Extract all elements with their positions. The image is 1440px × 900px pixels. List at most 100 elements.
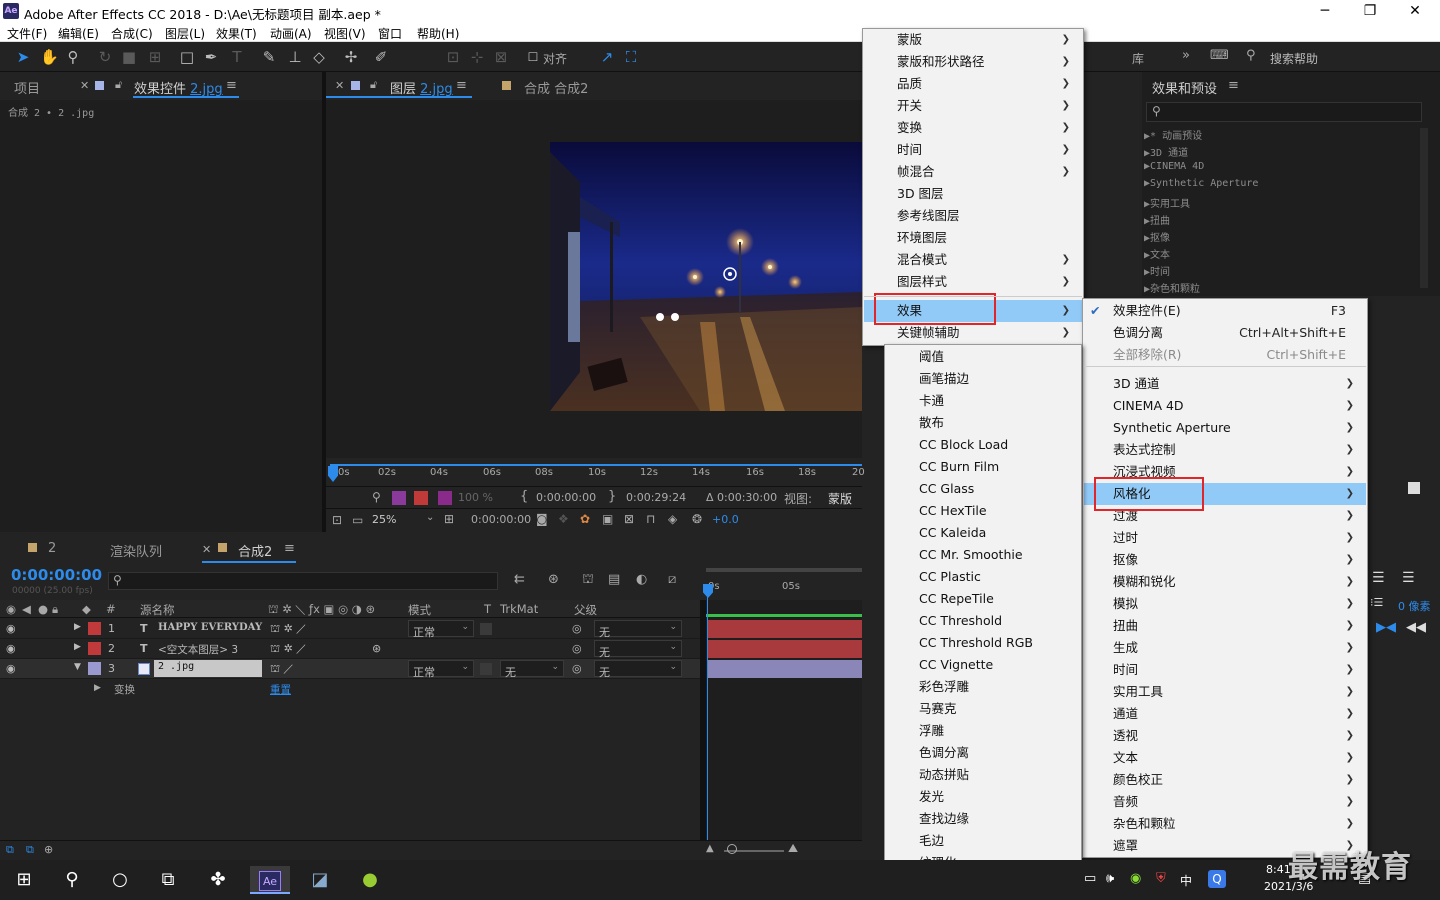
parent-select[interactable]: 无 ⌄ [594, 640, 682, 659]
stylize-menu-item[interactable]: CC Glass [886, 478, 1080, 500]
align-icon[interactable]: ☰ [1372, 570, 1385, 586]
effects-category-item[interactable]: ▶CINEMA 4D [1144, 161, 1204, 172]
network-icon[interactable]: ▭ [1084, 871, 1096, 886]
stylize-menu-item[interactable]: 发光 [886, 786, 1080, 808]
menu-file[interactable]: 文件(F) [7, 25, 47, 42]
frame-blending-icon[interactable]: ▤ [608, 572, 620, 587]
indent-icon[interactable]: ⁝☰ [1370, 596, 1383, 609]
hand-tool-icon[interactable]: ✋ [40, 48, 59, 66]
stylize-menu-item[interactable]: 查找边缘 [886, 808, 1080, 830]
qq-icon[interactable]: Q [1208, 870, 1226, 888]
layer-duration-bar[interactable] [708, 640, 862, 658]
transform-group-row[interactable]: ▶ 变换 重置 [0, 679, 700, 699]
effects-menu-item[interactable]: 色调分离 Ctrl+Alt+Shift+E [1084, 322, 1366, 344]
effects-category-item[interactable]: ▶抠像 [1144, 229, 1170, 244]
label-tag-icon[interactable]: ◆ [82, 602, 91, 616]
timecode[interactable]: 0:00:00:00 [11, 566, 102, 584]
layer-name[interactable]: 2 .jpg [154, 660, 262, 677]
camera-tool-icon[interactable]: ■ [120, 48, 138, 66]
effects-presets-title[interactable]: 效果和预设 [1152, 78, 1217, 97]
stylize-menu-item[interactable]: 阈值 [886, 346, 1080, 368]
close-tab-icon[interactable]: ✕ [335, 79, 344, 92]
preserve-transparency-checkbox[interactable] [480, 663, 492, 675]
in-out-toggle-icon[interactable]: ⊕ [44, 843, 53, 856]
layer-name[interactable]: HAPPY EVERYDAY [158, 622, 262, 633]
effects-category-item[interactable]: ▶3D 通道 [1144, 144, 1188, 159]
stylize-menu-item[interactable]: 浮雕 [886, 720, 1080, 742]
stylize-menu-item[interactable]: 卡通 [886, 390, 1080, 412]
tab-effect-controls[interactable]: 效果控件 2.jpg [134, 78, 223, 97]
layer-row[interactable]: ◉ ▶ 1 T HAPPY EVERYDAY ⛫ ✲ ⟋ 正常 ⌄ ◎ 无 ⌄ [0, 619, 700, 639]
effects-menu-item[interactable]: 通道 ❯ [1084, 703, 1366, 725]
ime-indicator[interactable]: 中 [1180, 872, 1192, 889]
current-time[interactable]: 0:00:00:00 [471, 513, 531, 526]
stylize-menu-item[interactable]: 马赛克 [886, 698, 1080, 720]
clock-time[interactable]: 8:41 [1266, 863, 1291, 876]
library-tab[interactable]: 库 [1132, 50, 1144, 67]
parent-select[interactable]: 无 ⌄ [594, 620, 682, 639]
effects-category-item[interactable]: ▶实用工具 [1144, 195, 1190, 210]
layer-label-color[interactable] [88, 622, 101, 635]
solo-icon[interactable]: ● [38, 602, 48, 616]
layer-switches[interactable]: ⛫ ✲ ⟋ [270, 642, 306, 657]
menu-window[interactable]: 窗口 [378, 25, 402, 42]
effects-menu-item[interactable]: 模糊和锐化 ❯ [1084, 571, 1366, 593]
source-name-header[interactable]: 源名称 [140, 602, 175, 618]
menu-effect[interactable]: 效果(T) [216, 25, 257, 42]
effects-menu-item[interactable]: 模拟 ❯ [1084, 593, 1366, 615]
layer-duration-bar[interactable] [708, 620, 862, 638]
layer-duration-bar[interactable] [708, 660, 862, 678]
exposure-value[interactable]: +0.0 [712, 513, 739, 526]
zoom-percent[interactable]: 100 % [458, 491, 493, 504]
video-toggle-icon[interactable]: ◉ [6, 602, 16, 616]
magnification-select[interactable]: 25% [372, 513, 396, 526]
blend-mode-select[interactable]: 正常 ⌄ [408, 620, 474, 639]
context-menu-item[interactable]: 关键帧辅助 ❯ [864, 322, 1082, 344]
show-snapshot-icon[interactable]: ❖ [558, 512, 569, 526]
menu-composition[interactable]: 合成(C) [111, 25, 153, 42]
lock-icon[interactable]: 🔓︎ [115, 78, 122, 92]
context-menu-item[interactable]: 时间 ❯ [864, 139, 1082, 161]
snap-target-icon[interactable]: ⛶ [622, 48, 640, 66]
effects-menu-item[interactable]: 扭曲 ❯ [1084, 615, 1366, 637]
out-point-icon[interactable]: } [608, 489, 616, 504]
transparency-grid-icon[interactable]: ⊠ [624, 512, 634, 526]
context-menu-item[interactable]: 图层样式 ❯ [864, 271, 1082, 293]
ripple-icon[interactable]: ⚲ [372, 490, 381, 504]
puppet-pin-tool-icon[interactable]: ✐ [372, 48, 390, 66]
motion-blur-icon[interactable]: ◐ [636, 572, 647, 587]
close-button[interactable]: ✕ [1400, 2, 1430, 20]
type-tool-icon[interactable]: T [228, 48, 246, 66]
effects-menu-item[interactable]: 实用工具 ❯ [1084, 681, 1366, 703]
context-menu-item[interactable]: 品质 ❯ [864, 73, 1082, 95]
3d-view-icon[interactable]: ⊓ [646, 512, 655, 526]
effects-category-item[interactable]: ▶时间 [1144, 263, 1170, 278]
effects-menu-item[interactable]: 生成 ❯ [1084, 637, 1366, 659]
after-effects-taskbar-button[interactable]: Ae [250, 866, 290, 894]
color-swatch-icon[interactable] [438, 491, 452, 505]
in-time[interactable]: 0:00:00:00 [536, 491, 596, 504]
minimize-button[interactable]: ─ [1310, 2, 1340, 20]
layer-search-input[interactable]: ⚲ [108, 572, 498, 590]
volume-icon[interactable]: 🕪︎ [1106, 871, 1114, 886]
brush-tool-icon[interactable]: ✎ [260, 48, 278, 66]
motion-blur-switch-icon[interactable]: ⊛ [372, 642, 381, 655]
exposure-icon[interactable]: ❂ [692, 512, 702, 526]
reset-link[interactable]: 重置 [270, 682, 291, 697]
tab-comp-viewer[interactable]: 合成 合成2 [524, 78, 588, 97]
expand-arrow-icon[interactable]: ▶ [94, 683, 101, 693]
stylize-menu-item[interactable]: CC Block Load [886, 434, 1080, 456]
context-menu-item[interactable]: 混合模式 ❯ [864, 249, 1082, 271]
stylize-menu-item[interactable]: CC Threshold [886, 610, 1080, 632]
effects-category-item[interactable]: ▶文本 [1144, 246, 1170, 261]
stylize-menu-item[interactable]: CC Mr. Smoothie [886, 544, 1080, 566]
reset-exposure-icon[interactable]: ◈ [668, 512, 677, 526]
effects-menu-item[interactable]: 过时 ❯ [1084, 527, 1366, 549]
menu-view[interactable]: 视图(V) [324, 25, 366, 42]
context-menu-item[interactable]: 环境图层 [864, 227, 1082, 249]
task-view-icon[interactable]: ⧉ [148, 866, 188, 894]
stylize-menu-item[interactable]: 毛边 [886, 830, 1080, 852]
menu-help[interactable]: 帮助(H) [417, 25, 459, 42]
view-select[interactable]: 蒙版 [828, 490, 852, 507]
close-tab-icon[interactable]: ✕ [80, 79, 89, 92]
